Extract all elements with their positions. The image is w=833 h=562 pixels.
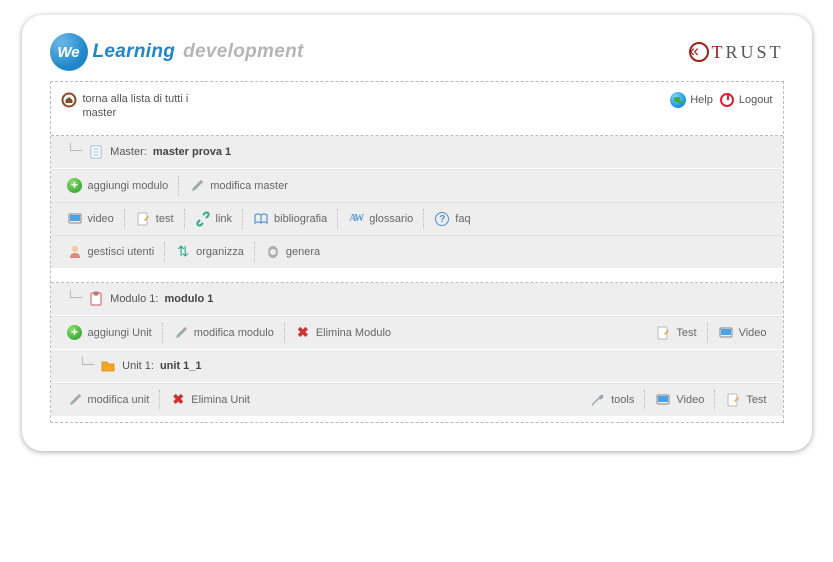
power-icon [720, 93, 734, 107]
monitor-icon [67, 211, 83, 227]
plus-icon: + [67, 325, 82, 340]
folder-icon [100, 358, 116, 374]
module-header: └─ Modulo 1: modulo 1 [51, 283, 783, 316]
test-icon [135, 211, 151, 227]
master-toolbar-3: gestisci utenti ⇅ organizza genera [51, 235, 783, 268]
add-module-button[interactable]: + aggiungi modulo [59, 176, 177, 196]
generate-button[interactable]: genera [257, 242, 328, 262]
unit-label: Unit 1: [122, 360, 154, 372]
pencil-icon [189, 178, 205, 194]
app-card: We Learning development TRUST torna alla… [22, 15, 812, 451]
main-panel: torna alla lista di tutti i master Help … [50, 81, 784, 423]
link-button[interactable]: link [187, 209, 241, 229]
header: We Learning development TRUST [50, 33, 784, 71]
question-icon: ? [435, 212, 449, 226]
plus-icon: + [67, 178, 82, 193]
home-icon [61, 92, 77, 108]
we-badge: We [50, 33, 88, 71]
master-label: Master: [110, 146, 147, 158]
edit-master-button[interactable]: modifica master [181, 176, 296, 196]
tree-branch-icon: └─ [67, 144, 83, 159]
wrench-icon [590, 392, 606, 408]
link-icon [195, 211, 211, 227]
help-link[interactable]: Help [670, 92, 713, 108]
master-name: master prova 1 [153, 146, 231, 158]
module-test-button[interactable]: Test [647, 323, 704, 343]
glossary-icon: AW [348, 211, 364, 227]
unit-header: └─ Unit 1: unit 1_1 [51, 349, 783, 383]
top-links: Help Logout [670, 92, 772, 108]
monitor-icon [718, 325, 734, 341]
master-toolbar-1: + aggiungi modulo modifica master [51, 169, 783, 202]
trust-badge-icon [689, 42, 709, 62]
trust-logo: TRUST [689, 42, 783, 63]
book-icon [253, 211, 269, 227]
gear-icon [265, 244, 281, 260]
organize-icon: ⇅ [175, 244, 191, 260]
master-toolbar-2: video test link [51, 202, 783, 235]
unit-section: └─ Unit 1: unit 1_1 modifica unit [51, 349, 783, 416]
faq-button[interactable]: ? faq [426, 209, 478, 229]
master-header: └─ Master: master prova 1 [51, 136, 783, 169]
delete-unit-button[interactable]: ✖ Elimina Unit [162, 390, 258, 410]
monitor-icon [655, 392, 671, 408]
topbar: torna alla lista di tutti i master Help … [51, 92, 783, 131]
organize-button[interactable]: ⇅ organizza [167, 242, 252, 262]
manage-users-button[interactable]: gestisci utenti [59, 242, 163, 262]
video-button[interactable]: video [59, 209, 122, 229]
brand-logo: We Learning development [50, 33, 304, 71]
delete-icon: ✖ [295, 325, 311, 341]
add-unit-button[interactable]: + aggiungi Unit [59, 323, 160, 343]
unit-test-button[interactable]: Test [717, 390, 774, 410]
brand-dev: development [183, 41, 304, 63]
test-icon [655, 325, 671, 341]
document-icon [88, 144, 104, 160]
module-video-button[interactable]: Video [710, 323, 775, 343]
module-toolbar: + aggiungi Unit modifica modulo ✖ Elimin… [51, 316, 783, 349]
test-icon [725, 392, 741, 408]
delete-icon: ✖ [170, 392, 186, 408]
pencil-icon [173, 325, 189, 341]
edit-module-button[interactable]: modifica modulo [165, 323, 282, 343]
test-button[interactable]: test [127, 209, 182, 229]
back-to-masters-link[interactable]: torna alla lista di tutti i master [61, 92, 193, 121]
clipboard-icon [88, 291, 104, 307]
module-label: Modulo 1: [110, 293, 158, 305]
unit-name: unit 1_1 [160, 360, 202, 372]
delete-module-button[interactable]: ✖ Elimina Modulo [287, 323, 399, 343]
module-name: modulo 1 [164, 293, 213, 305]
tree-branch-icon: └─ [67, 291, 83, 306]
pencil-icon [67, 392, 83, 408]
unit-tools-button[interactable]: tools [582, 390, 642, 410]
unit-toolbar: modifica unit ✖ Elimina Unit [51, 383, 783, 416]
back-to-masters-label: torna alla lista di tutti i master [83, 92, 193, 121]
unit-video-button[interactable]: Video [647, 390, 712, 410]
tree-branch-icon: └─ [79, 358, 95, 373]
brand-learning: Learning [93, 41, 176, 63]
glossary-button[interactable]: AW glossario [340, 209, 421, 229]
edit-unit-button[interactable]: modifica unit [59, 390, 158, 410]
module-section: └─ Modulo 1: modulo 1 + aggiungi Unit [51, 282, 783, 416]
logout-label: Logout [739, 94, 773, 106]
master-section: └─ Master: master prova 1 + aggiungi mod… [51, 135, 783, 268]
user-icon [67, 244, 83, 260]
bibliography-button[interactable]: bibliografia [245, 209, 335, 229]
globe-icon [670, 92, 686, 108]
help-label: Help [690, 94, 713, 106]
logout-link[interactable]: Logout [719, 92, 773, 108]
